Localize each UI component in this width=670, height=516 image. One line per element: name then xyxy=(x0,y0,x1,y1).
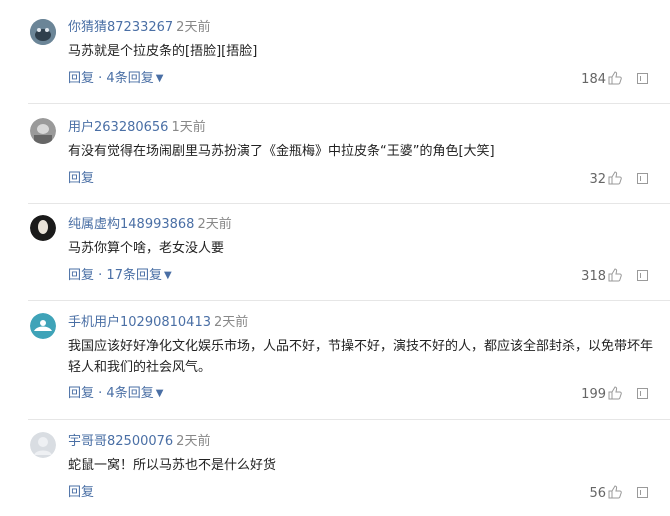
avatar[interactable] xyxy=(30,313,56,339)
chevron-down-icon: ▼ xyxy=(163,270,172,281)
reply-count: 4条回复 xyxy=(106,71,154,86)
report-icon[interactable] xyxy=(637,73,648,84)
reply-separator: · xyxy=(94,71,107,86)
like-button[interactable]: 318 xyxy=(581,268,622,285)
reply-separator: · xyxy=(94,268,107,283)
comment-item: 你猜猜87233267 2天前 马苏就是个拉皮条的[捂脸][捂脸] 回复 · 4条… xyxy=(0,0,670,103)
reply-count: 17条回复 xyxy=(106,268,162,283)
thumbs-up-icon xyxy=(608,485,622,499)
comment-text: 马苏就是个拉皮条的[捂脸][捂脸] xyxy=(68,44,258,59)
avatar[interactable] xyxy=(30,215,56,241)
comment-item: 纯属虚构148993868 2天前 马苏你算个啥，老女没人要 回复 · 17条回复… xyxy=(0,204,670,300)
comment-username[interactable]: 纯属虚构148993868 xyxy=(68,217,194,232)
report-icon[interactable] xyxy=(637,388,648,399)
comment-username[interactable]: 用户263280656 xyxy=(68,120,168,135)
comment-meta: 你猜猜87233267 2天前 xyxy=(68,20,210,36)
comment-text: 有没有觉得在场闹剧里马苏扮演了《金瓶梅》中拉皮条“王婆”的角色[大笑] xyxy=(68,144,495,159)
reply-button[interactable]: 回复 · 4条回复 ▼ xyxy=(68,71,163,87)
like-count: 318 xyxy=(581,269,606,284)
like-count: 56 xyxy=(589,486,606,501)
reply-label: 回复 xyxy=(68,71,95,86)
reply-label: 回复 xyxy=(68,386,95,401)
comment-time: 1天前 xyxy=(171,120,206,135)
reply-button[interactable]: 回复 xyxy=(68,171,94,187)
reply-label: 回复 xyxy=(68,268,95,283)
like-button[interactable]: 184 xyxy=(581,71,622,88)
reply-button[interactable]: 回复 · 17条回复 ▼ xyxy=(68,268,172,284)
report-icon[interactable] xyxy=(637,270,648,281)
comment-time: 2天前 xyxy=(176,434,211,449)
report-icon[interactable] xyxy=(637,173,648,184)
like-button[interactable]: 199 xyxy=(581,386,622,403)
chevron-down-icon: ▼ xyxy=(155,388,164,399)
thumbs-up-icon xyxy=(608,171,622,185)
like-count: 184 xyxy=(581,72,606,87)
comment-text: 蛇鼠一窝！所以马苏也不是什么好货 xyxy=(68,458,277,473)
comment-meta: 手机用户10290810413 2天前 xyxy=(68,315,248,331)
like-count: 32 xyxy=(589,172,606,187)
comment-username[interactable]: 宇哥哥82500076 xyxy=(68,434,173,449)
chevron-down-icon: ▼ xyxy=(155,73,164,84)
comment-username[interactable]: 你猜猜87233267 xyxy=(68,20,173,35)
comment-time: 2天前 xyxy=(176,20,211,35)
reply-button[interactable]: 回复 xyxy=(68,485,94,501)
like-button[interactable]: 56 xyxy=(589,485,622,502)
comment-time: 2天前 xyxy=(197,217,232,232)
reply-separator: · xyxy=(94,386,107,401)
reply-button[interactable]: 回复 · 4条回复 ▼ xyxy=(68,386,163,402)
comment-username[interactable]: 手机用户10290810413 xyxy=(68,315,211,330)
comment-meta: 纯属虚构148993868 2天前 xyxy=(68,217,232,233)
avatar[interactable] xyxy=(30,19,56,45)
comment-text: 我国应该好好净化文化娱乐市场，人品不好，节操不好，演技不好的人，都应该全部封杀，… xyxy=(68,339,654,375)
thumbs-up-icon xyxy=(608,268,622,282)
comment-item: 用户263280656 1天前 有没有觉得在场闹剧里马苏扮演了《金瓶梅》中拉皮条“… xyxy=(0,104,670,203)
like-count: 199 xyxy=(581,387,606,402)
comment-item: 手机用户10290810413 2天前 我国应该好好净化文化娱乐市场，人品不好，节… xyxy=(0,301,670,419)
comment-meta: 用户263280656 1天前 xyxy=(68,120,206,136)
reply-label: 回复 xyxy=(68,485,95,500)
comment-time: 2天前 xyxy=(213,315,249,330)
reply-count: 4条回复 xyxy=(106,386,154,401)
thumbs-up-icon xyxy=(608,386,622,400)
report-icon[interactable] xyxy=(637,487,648,498)
avatar[interactable] xyxy=(30,118,56,144)
comment-text: 马苏你算个啥，老女没人要 xyxy=(68,241,225,256)
thumbs-up-icon xyxy=(608,71,622,85)
like-button[interactable]: 32 xyxy=(589,171,622,188)
comment-meta: 宇哥哥82500076 2天前 xyxy=(68,434,210,450)
reply-label: 回复 xyxy=(68,171,95,186)
comment-item: 宇哥哥82500076 2天前 蛇鼠一窝！所以马苏也不是什么好货 回复 56 xyxy=(0,420,670,516)
avatar[interactable] xyxy=(30,432,56,458)
